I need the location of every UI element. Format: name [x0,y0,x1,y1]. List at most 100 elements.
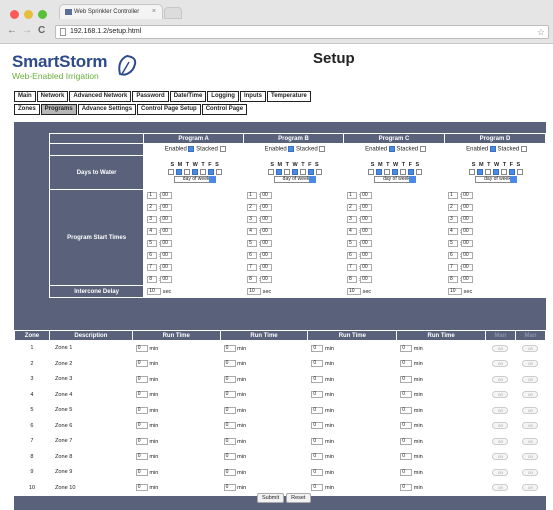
start-minute-input[interactable]: 00 [260,204,273,211]
start-minute-input[interactable]: 00 [160,204,173,211]
browser-tab[interactable]: Web Sprinkler Controller × [59,4,163,19]
day-checkbox[interactable] [493,168,500,175]
day-checkbox[interactable] [400,168,407,175]
start-hour-input[interactable]: 3 [447,216,458,223]
day-mode-select[interactable]: day of week [274,176,317,184]
run-time-input[interactable]: 0 [311,344,324,352]
run-time-input[interactable]: 0 [135,437,148,445]
enabled-checkbox[interactable] [288,146,295,153]
run-time-input[interactable]: 0 [223,484,236,492]
run-time-input[interactable]: 0 [223,437,236,445]
day-checkbox[interactable] [376,168,383,175]
new-tab-button[interactable] [164,7,182,19]
nav-tab-inputs[interactable]: Inputs [239,91,266,102]
day-checkbox[interactable] [517,168,524,175]
start-hour-input[interactable]: 1 [346,192,357,199]
start-hour-input[interactable]: 2 [447,204,458,211]
day-checkbox[interactable] [477,168,484,175]
day-checkbox[interactable] [300,168,307,175]
start-minute-input[interactable]: 00 [160,276,173,283]
start-minute-input[interactable]: 00 [360,240,373,247]
nav-tab-network[interactable]: Network [36,91,69,102]
stacked-checkbox[interactable] [219,146,226,153]
manual-on-button[interactable]: on [522,484,539,492]
start-minute-input[interactable]: 00 [260,192,273,199]
run-time-input[interactable]: 0 [311,391,324,399]
start-minute-input[interactable]: 00 [160,264,173,271]
day-checkbox[interactable] [168,168,175,175]
day-checkbox[interactable] [268,168,275,175]
manual-on-button[interactable]: on [492,484,509,492]
start-hour-input[interactable]: 7 [247,264,258,271]
run-time-input[interactable]: 0 [400,391,413,399]
start-hour-input[interactable]: 5 [247,240,258,247]
day-checkbox[interactable] [176,168,183,175]
run-time-input[interactable]: 0 [135,453,148,461]
start-hour-input[interactable]: 3 [346,216,357,223]
run-time-input[interactable]: 0 [311,406,324,414]
start-hour-input[interactable]: 4 [247,228,258,235]
close-window-button[interactable] [10,10,19,19]
run-time-input[interactable]: 0 [400,406,413,414]
day-checkbox[interactable] [368,168,375,175]
submit-button[interactable]: Submit [257,493,285,503]
nav-tab-logging[interactable]: Logging [207,91,239,102]
zoom-window-button[interactable] [38,10,47,19]
start-minute-input[interactable]: 00 [461,228,474,235]
manual-on-button[interactable]: on [492,468,509,476]
start-hour-input[interactable]: 5 [447,240,458,247]
start-hour-input[interactable]: 7 [147,264,158,271]
manual-on-button[interactable]: on [522,453,539,461]
day-checkbox[interactable] [416,168,423,175]
address-bar[interactable]: 192.168.1.2/setup.html ☆ [55,25,549,39]
start-minute-input[interactable]: 00 [260,228,273,235]
run-time-input[interactable]: 0 [223,360,236,368]
day-checkbox[interactable] [308,168,315,175]
day-checkbox[interactable] [485,168,492,175]
nav-tab-programs[interactable]: Programs [40,104,77,115]
day-checkbox[interactable] [408,168,415,175]
start-minute-input[interactable]: 00 [360,276,373,283]
run-time-input[interactable]: 0 [135,344,148,352]
start-hour-input[interactable]: 3 [147,216,158,223]
day-checkbox[interactable] [276,168,283,175]
tab-close-icon[interactable]: × [152,5,156,19]
start-hour-input[interactable]: 5 [147,240,158,247]
day-checkbox[interactable] [384,168,391,175]
start-minute-input[interactable]: 00 [160,240,173,247]
run-time-input[interactable]: 0 [400,484,413,492]
start-hour-input[interactable]: 1 [247,192,258,199]
start-hour-input[interactable]: 5 [346,240,357,247]
run-time-input[interactable]: 0 [311,375,324,383]
start-minute-input[interactable]: 00 [260,252,273,259]
stacked-checkbox[interactable] [319,146,326,153]
start-hour-input[interactable]: 4 [447,228,458,235]
run-time-input[interactable]: 0 [311,360,324,368]
delay-input[interactable]: 10 [147,288,162,295]
start-minute-input[interactable]: 00 [260,216,273,223]
run-time-input[interactable]: 0 [223,422,236,430]
back-button[interactable]: ← [7,24,17,38]
start-minute-input[interactable]: 00 [160,252,173,259]
manual-on-button[interactable]: on [522,406,539,414]
day-checkbox[interactable] [200,168,207,175]
run-time-input[interactable]: 0 [400,422,413,430]
nav-tab-advanced-network[interactable]: Advanced Network [69,91,132,102]
enabled-checkbox[interactable] [489,146,496,153]
delay-input[interactable]: 10 [447,288,462,295]
bookmark-star-icon[interactable]: ☆ [537,26,545,38]
run-time-input[interactable]: 0 [400,468,413,476]
start-minute-input[interactable]: 00 [360,252,373,259]
manual-on-button[interactable]: on [522,391,539,399]
minimize-window-button[interactable] [24,10,33,19]
start-hour-input[interactable]: 3 [247,216,258,223]
manual-on-button[interactable]: on [492,360,509,368]
run-time-input[interactable]: 0 [400,453,413,461]
start-minute-input[interactable]: 00 [461,252,474,259]
start-hour-input[interactable]: 1 [447,192,458,199]
start-minute-input[interactable]: 00 [461,216,474,223]
start-hour-input[interactable]: 6 [247,252,258,259]
start-minute-input[interactable]: 00 [160,216,173,223]
start-hour-input[interactable]: 8 [147,276,158,283]
start-minute-input[interactable]: 00 [360,216,373,223]
